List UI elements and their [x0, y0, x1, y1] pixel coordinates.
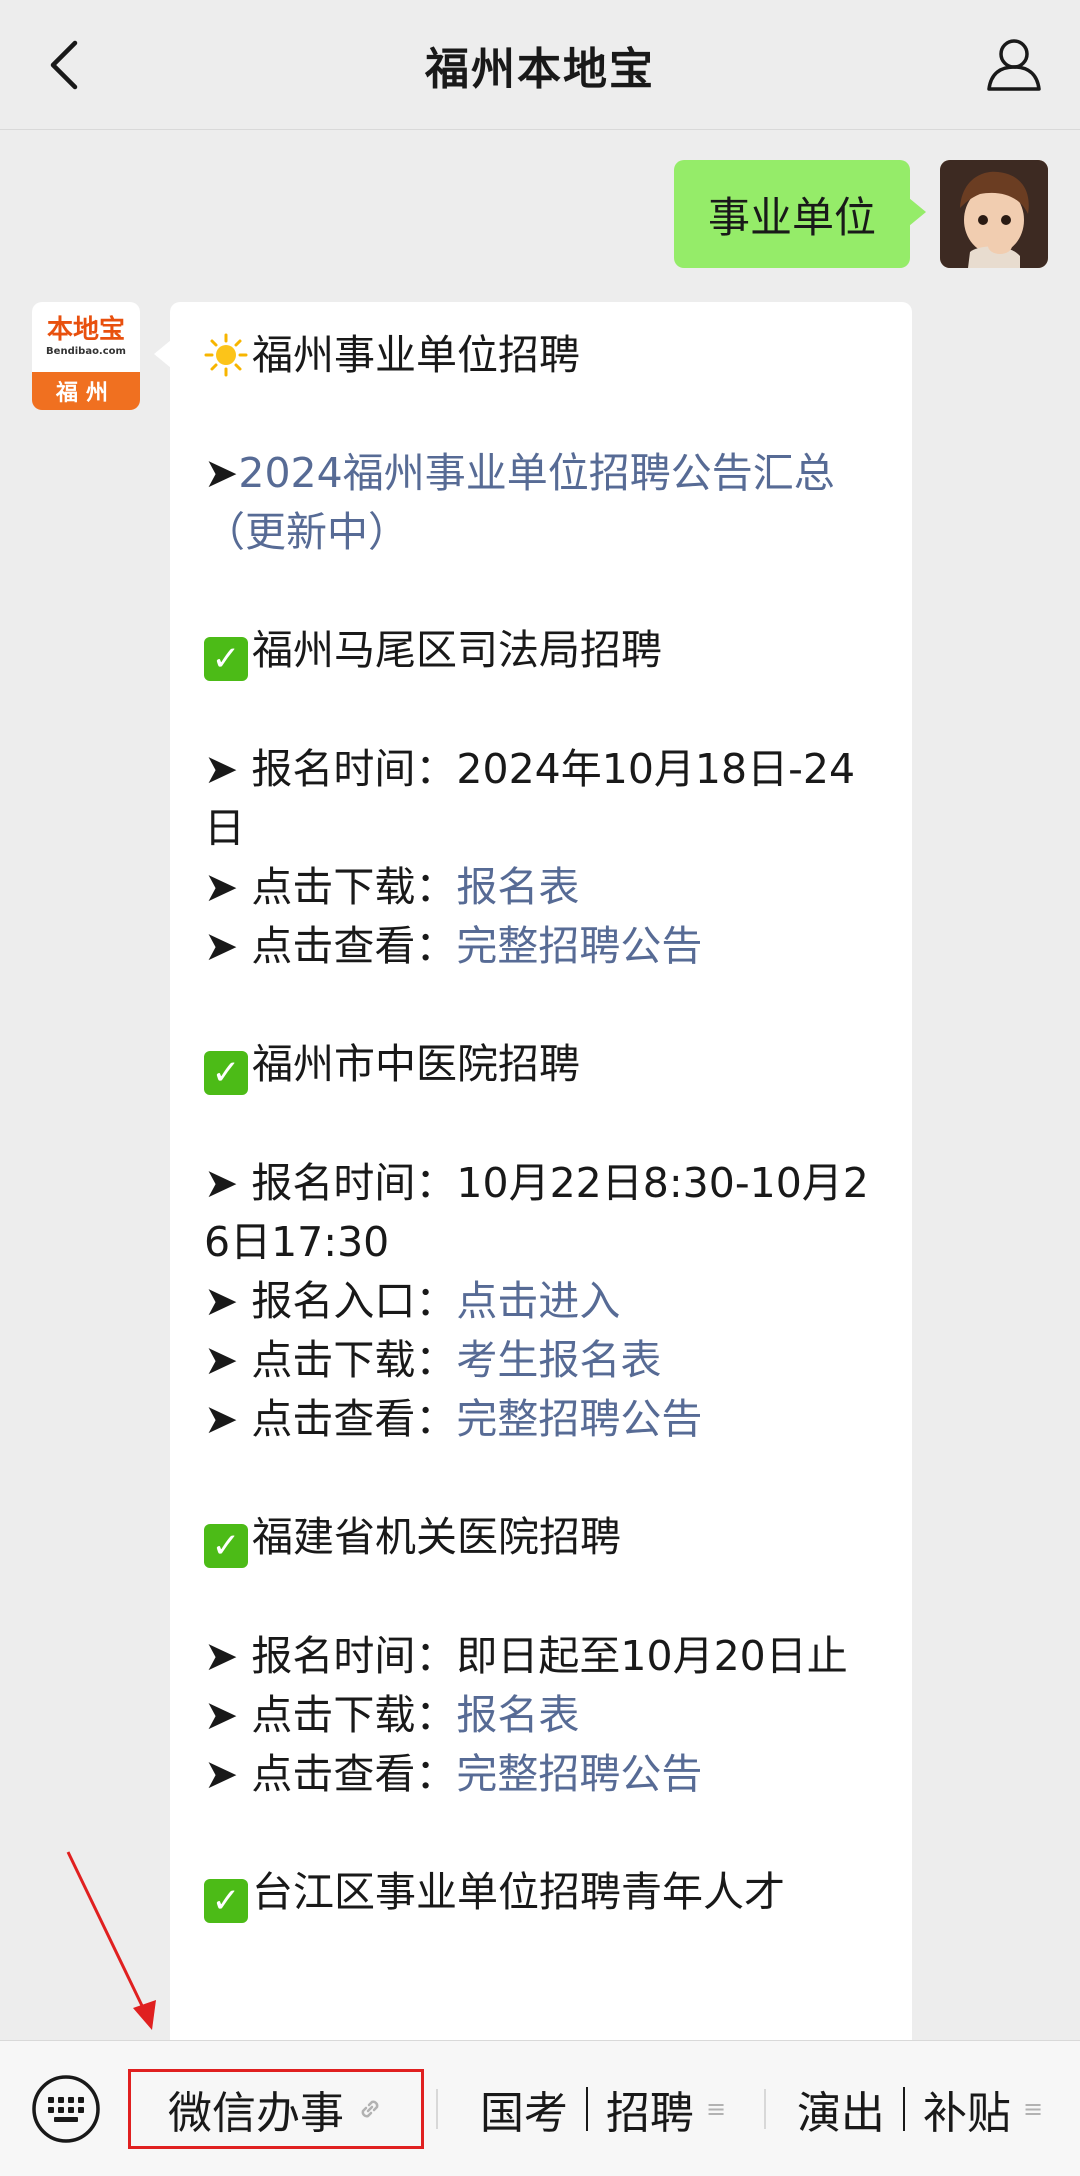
info-line: ➤ 点击查看：完整招聘公告: [204, 922, 703, 970]
announcement-link[interactable]: 完整招聘公告: [456, 922, 702, 970]
message-title: 福州事业单位招聘: [204, 326, 878, 385]
announcement-link[interactable]: 完整招聘公告: [456, 1750, 702, 1798]
menu-item-label: 演出: [796, 2088, 885, 2139]
keyboard-toggle-button[interactable]: [30, 2073, 102, 2145]
section-title: ✓ 台江区事业单位招聘青年人才: [204, 1863, 878, 1923]
entry-link[interactable]: 点击进入: [456, 1277, 620, 1325]
bot-message-bubble: 福州事业单位招聘 ➤2024福州事业单位招聘公告汇总（更新中） ✓ 福州马尾区司法…: [154, 302, 912, 2040]
bot-avatar[interactable]: 本地宝 Bendibao.com 福州: [32, 302, 140, 410]
chat-header: 福州本地宝: [0, 0, 1080, 130]
arrow-right-icon: ➤: [204, 745, 239, 793]
back-button[interactable]: [30, 30, 100, 100]
arrow-right-icon: ➤: [204, 922, 239, 970]
info-line: ➤ 点击查看：完整招聘公告: [204, 1750, 703, 1798]
page-title: 福州本地宝: [425, 43, 655, 95]
menu-item-label: 国考: [479, 2088, 568, 2139]
arrow-right-icon: ➤: [204, 1750, 239, 1798]
check-icon: ✓: [204, 1524, 248, 1568]
bot-avatar-site: Bendibao.com: [46, 346, 126, 357]
info-line: ➤ 报名时间：2024年10月18日-24日: [204, 745, 856, 852]
info-line: ➤ 点击下载：考生报名表: [204, 1336, 662, 1384]
info-line: ➤ 点击查看：完整招聘公告: [204, 1395, 703, 1443]
submenu-icon: ≡: [705, 2095, 727, 2123]
summary-link[interactable]: 2024福州事业单位招聘公告汇总（更新中）: [204, 449, 835, 556]
info-line: ➤ 报名时间：即日起至10月20日止: [204, 1632, 848, 1680]
menu-shows-subsidies[interactable]: 演出 补贴 ≡: [770, 2069, 1070, 2149]
chevron-left-icon: [50, 40, 78, 90]
keyboard-icon: [32, 2075, 100, 2143]
message-list[interactable]: 事业单位 本地宝 Bendibao.com 福州 福州事业单位招聘 ➤2024福…: [0, 130, 1080, 2040]
user-message-text: 事业单位: [707, 192, 876, 242]
download-link[interactable]: 考生报名表: [456, 1336, 661, 1384]
user-message-bubble[interactable]: 事业单位: [673, 160, 927, 268]
menu-wechat-services[interactable]: 微信办事: [128, 2069, 424, 2149]
arrow-right-icon: ➤: [204, 1159, 239, 1207]
info-line: ➤ 点击下载：报名表: [204, 1691, 580, 1739]
check-icon: ✓: [204, 1879, 248, 1923]
menu-item-label: 招聘: [605, 2088, 694, 2139]
user-icon: [987, 39, 1041, 91]
check-icon: ✓: [204, 1051, 248, 1095]
section-title: ✓ 福建省机关医院招聘: [204, 1508, 878, 1568]
submenu-icon: ≡: [1022, 2095, 1044, 2123]
menu-divider: [436, 2089, 438, 2129]
announcement-link[interactable]: 完整招聘公告: [456, 1395, 702, 1443]
menu-exams-jobs[interactable]: 国考 招聘 ≡: [448, 2069, 758, 2149]
menu-pipe: [902, 2087, 905, 2131]
bot-avatar-brand: 本地宝: [46, 315, 125, 345]
summary-line: ➤2024福州事业单位招聘公告汇总（更新中）: [204, 444, 878, 562]
avatar-illustration: [940, 160, 1048, 268]
menu-item-label: 微信办事: [168, 2088, 344, 2139]
arrow-right-icon: ➤: [204, 1691, 239, 1739]
bottom-menu-bar: 微信办事 国考 招聘 ≡ 演出 补贴 ≡: [0, 2040, 1080, 2176]
menu-pipe: [585, 2087, 588, 2131]
profile-button[interactable]: [978, 28, 1050, 100]
menu-item-label: 补贴: [922, 2088, 1011, 2139]
section-title: ✓ 福州市中医院招聘: [204, 1035, 878, 1095]
info-line: ➤ 报名时间：10月22日8:30-10月26日17:30: [204, 1159, 869, 1266]
download-link[interactable]: 报名表: [456, 1691, 579, 1739]
arrow-right-icon: ➤: [204, 1336, 239, 1384]
section-title: ✓ 福州马尾区司法局招聘: [204, 621, 878, 681]
user-message: 事业单位: [673, 160, 1048, 268]
arrow-right-icon: ➤: [204, 1395, 239, 1443]
user-avatar[interactable]: [940, 160, 1048, 268]
arrow-right-icon: ➤: [204, 1277, 239, 1325]
info-line: ➤ 点击下载：报名表: [204, 863, 580, 911]
link-icon: [361, 2100, 379, 2118]
arrow-right-icon: ➤: [204, 863, 239, 911]
arrow-right-icon: ➤: [204, 1632, 239, 1680]
chat-screen: 福州本地宝 事业单位 本地宝 Bendibao.com 福州 福州事业单位招聘 …: [0, 0, 1080, 2176]
info-line: ➤ 报名入口：点击进入: [204, 1277, 621, 1325]
sun-icon: [204, 333, 248, 377]
arrow-right-icon: ➤: [204, 449, 239, 497]
bot-avatar-city: 福州: [32, 372, 140, 410]
download-link[interactable]: 报名表: [456, 863, 579, 911]
menu-divider: [764, 2089, 766, 2129]
check-icon: ✓: [204, 637, 248, 681]
